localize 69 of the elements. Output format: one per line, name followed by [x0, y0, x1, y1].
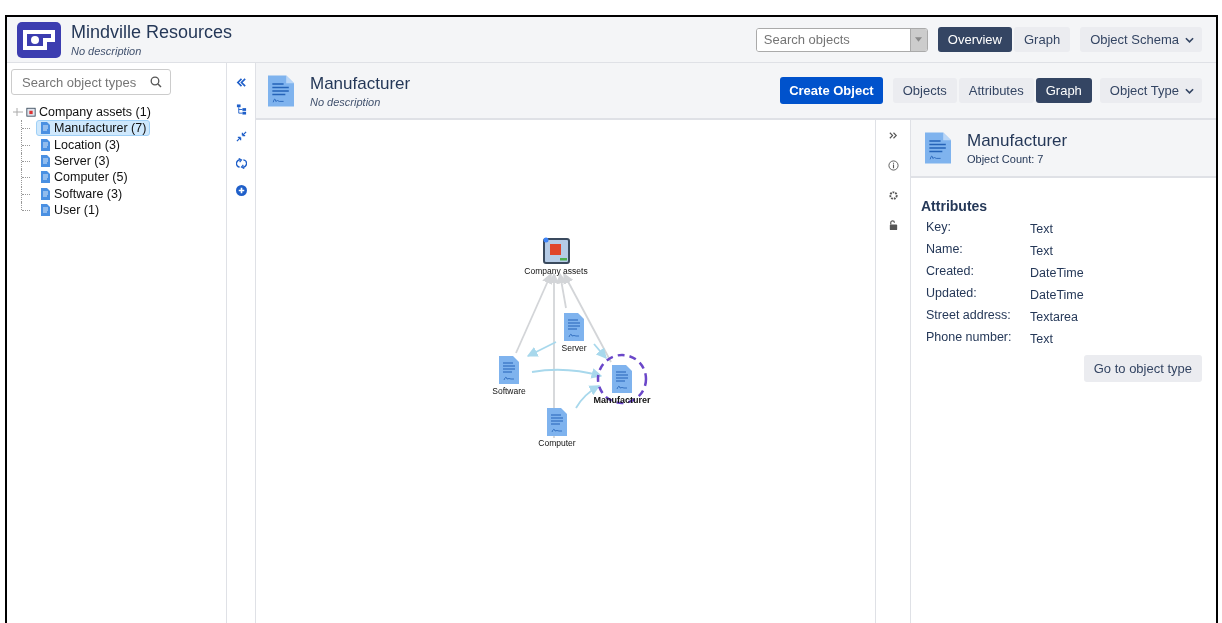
node-label: Company assets	[524, 266, 588, 276]
document-icon	[40, 203, 50, 216]
info-icon[interactable]	[887, 160, 899, 171]
app-title: Mindville Resources	[71, 22, 233, 43]
folder-icon	[26, 106, 36, 119]
object-type-tab[interactable]: Objects	[892, 78, 957, 103]
attribute-name: Created:	[926, 264, 975, 280]
document-icon	[40, 171, 50, 184]
collapse-icon[interactable]	[235, 77, 247, 88]
document-icon	[925, 130, 951, 166]
view-tab[interactable]: Overview	[937, 27, 1012, 52]
schema-menu-button[interactable]: Object Schema	[1080, 27, 1202, 52]
search-field[interactable]: Search object types	[11, 69, 171, 95]
tree-item[interactable]: Software (3)	[36, 185, 127, 202]
node-label: Computer	[538, 438, 576, 448]
logo-icon	[17, 21, 61, 58]
details-title: Manufacturer	[967, 131, 1068, 151]
object-type-title: Manufacturer	[310, 73, 411, 94]
attribute-type: Text	[1030, 243, 1054, 258]
attribute-name: Name:	[926, 242, 964, 258]
tree-item[interactable]: Manufacturer (7)	[36, 120, 151, 137]
app-description: No description	[71, 45, 143, 57]
node-label: Server	[561, 343, 587, 353]
document-icon[interactable]	[499, 356, 519, 384]
tree-item[interactable]: User (1)	[36, 201, 104, 218]
attribute-type: Text	[1030, 331, 1054, 346]
document-icon	[40, 122, 50, 135]
attribute-type: Text	[1030, 221, 1054, 236]
caret-icon	[1185, 87, 1194, 94]
shrink-icon[interactable]	[235, 131, 247, 142]
document-icon[interactable]	[547, 408, 567, 436]
search-icon	[150, 76, 162, 88]
attribute-name: Street address:	[926, 308, 1012, 324]
document-icon	[40, 138, 50, 151]
node-label: Software	[492, 386, 526, 396]
search-field[interactable]: Search objects	[755, 27, 928, 52]
object-type-description: No description	[310, 95, 382, 108]
object-type-menu-button[interactable]: Object Type	[1099, 78, 1202, 103]
attribute-name: Updated:	[926, 286, 978, 302]
hierarchy-icon[interactable]	[235, 104, 247, 115]
go-to-object-type-button[interactable]: Go to object type	[1083, 355, 1202, 382]
attribute-type: DateTime	[1030, 287, 1085, 302]
object-type-tab[interactable]: Attributes	[958, 78, 1034, 103]
box-icon[interactable]	[543, 237, 570, 264]
document-icon	[40, 155, 50, 168]
document-icon	[268, 72, 294, 109]
gear-icon[interactable]	[887, 190, 899, 201]
tree-item[interactable]: Location (3)	[36, 136, 124, 153]
attribute-name: Key:	[926, 220, 952, 236]
attribute-name: Phone number:	[926, 330, 1013, 346]
attribute-type: DateTime	[1030, 265, 1085, 280]
caret-icon	[1185, 36, 1194, 43]
add-icon[interactable]	[235, 185, 247, 196]
document-icon[interactable]	[564, 313, 584, 341]
document-icon	[40, 187, 50, 200]
refresh-icon[interactable]	[235, 158, 247, 169]
object-count: Object Count: 7	[967, 153, 1045, 165]
tree-item[interactable]: Server (3)	[36, 153, 114, 170]
attribute-type: Textarea	[1030, 309, 1079, 324]
tree-item[interactable]: Computer (5)	[36, 169, 132, 186]
section-heading: Attributes	[921, 198, 989, 214]
expand-icon[interactable]	[887, 130, 899, 141]
tree-toggle-icon[interactable]	[11, 106, 23, 119]
tree-item[interactable]: Company assets (1)	[39, 105, 151, 120]
document-icon[interactable]	[612, 365, 632, 393]
object-type-tab[interactable]: Graph	[1035, 78, 1092, 103]
view-tab[interactable]: Graph	[1014, 27, 1071, 52]
create-object-button[interactable]: Create Object	[780, 77, 883, 104]
unlock-icon[interactable]	[887, 220, 899, 231]
